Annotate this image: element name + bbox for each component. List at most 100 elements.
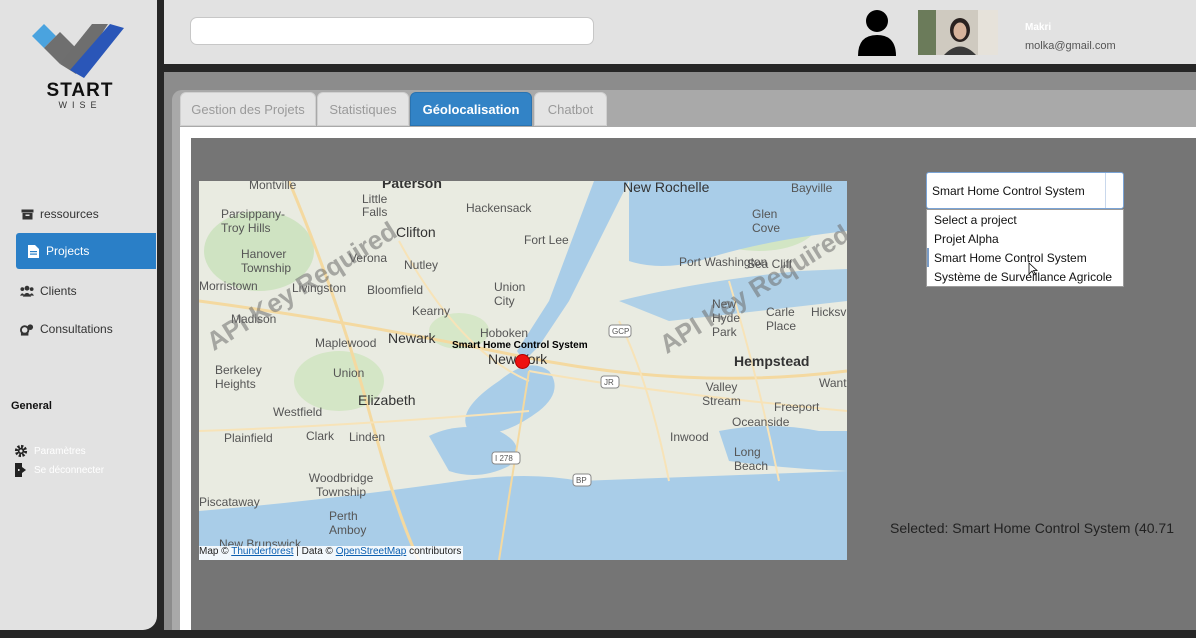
map-place: New Rochelle xyxy=(623,181,710,195)
map-place: Morristown xyxy=(199,279,258,293)
map-place: Westfield xyxy=(273,405,323,419)
sidebar: START WISE ressources Projects Clients C… xyxy=(0,0,157,630)
settings-label: Paramètres xyxy=(34,445,86,457)
road-shield: BP xyxy=(576,476,587,485)
map-place: Parsippany-Troy Hills xyxy=(221,207,286,235)
map-marker-icon[interactable] xyxy=(515,354,530,369)
thunderforest-link[interactable]: Thunderforest xyxy=(231,546,293,557)
user-avatar-icon[interactable] xyxy=(856,8,898,56)
road-shield: I 278 xyxy=(495,454,513,463)
openstreetmap-link[interactable]: OpenStreetMap xyxy=(336,546,407,557)
map-place: Oceanside xyxy=(732,415,790,429)
map-place: Glen Cove xyxy=(752,207,781,235)
sidebar-item-label: Projects xyxy=(46,244,90,258)
map-place: Kearny xyxy=(412,304,451,318)
brand-tagline: WISE xyxy=(58,100,102,110)
project-option[interactable]: Système de Surveillance Agricole xyxy=(927,267,1123,286)
map-place: Paterson xyxy=(382,181,442,191)
map-place: Newark xyxy=(388,330,436,346)
marker-label: Smart Home Control System xyxy=(452,340,588,351)
sidebar-item-clients[interactable]: Clients xyxy=(16,273,156,309)
map-place: Elizabeth xyxy=(358,392,416,408)
map-place: Perth Amboy xyxy=(329,509,367,537)
topbar: Makri molka@gmail.com xyxy=(164,0,1196,64)
project-select-value: Smart Home Control System xyxy=(932,183,1085,198)
map-place: Bloomfield xyxy=(367,283,424,297)
map-place: Berkeley Heights xyxy=(215,363,262,391)
tab-gestion-projets[interactable]: Gestion des Projets xyxy=(180,92,316,126)
tab-label: Chatbot xyxy=(547,101,594,117)
road-shield: GCP xyxy=(612,327,630,336)
selected-project-text: Selected: Smart Home Control System (40.… xyxy=(890,520,1175,536)
map-place: Clark xyxy=(306,429,335,443)
sidebar-item-consultations[interactable]: Consultations xyxy=(16,311,156,347)
map-place: Clifton xyxy=(396,224,436,240)
map-attribution: Map © Thunderforest | Data © OpenStreetM… xyxy=(199,546,464,560)
logout-label: Se déconnecter xyxy=(34,464,105,476)
user-name: Makri xyxy=(1025,22,1052,33)
tab-label: Géolocalisation xyxy=(422,101,520,117)
app-window: START WISE ressources Projects Clients C… xyxy=(0,0,1196,638)
map-place: Hicksville xyxy=(811,305,847,319)
map-place: Nutley xyxy=(404,258,439,272)
attribution-prefix: Map © xyxy=(199,546,229,557)
gear-icon xyxy=(14,444,28,458)
map-base-layer xyxy=(199,181,847,560)
attribution-middle: | Data © xyxy=(296,546,333,557)
map-place: Inwood xyxy=(670,430,709,444)
sidebar-item-projects[interactable]: Projects xyxy=(16,233,156,269)
project-option[interactable]: Projet Alpha xyxy=(927,229,1123,248)
project-option[interactable]: Smart Home Control System xyxy=(927,248,1123,267)
sidebar-item-label: Clients xyxy=(40,284,77,298)
map-place: Union City xyxy=(494,280,526,308)
logout-icon xyxy=(14,463,28,477)
tab-label: Statistiques xyxy=(329,101,397,117)
sidebar-item-label: Consultations xyxy=(40,322,113,336)
map-place: Fort Lee xyxy=(524,233,569,247)
file-icon xyxy=(26,244,40,258)
project-select[interactable]: Smart Home Control System xyxy=(926,172,1124,209)
users-icon xyxy=(20,284,34,298)
tab-label: Gestion des Projets xyxy=(191,101,305,117)
logout-link[interactable]: Se déconnecter xyxy=(14,463,104,477)
map-place: Maplewood xyxy=(315,336,377,350)
map-place: Hackensack xyxy=(466,201,532,215)
map-place: Valley Stream xyxy=(702,380,741,408)
map-place: Linden xyxy=(349,430,386,444)
map-place: Carle Place xyxy=(766,305,797,333)
user-email: molka@gmail.com xyxy=(1025,40,1116,52)
map-view[interactable]: GCP JR BP I 278 Paterson Montville New R… xyxy=(199,181,847,560)
sidebar-item-ressources[interactable]: ressources xyxy=(16,196,156,232)
dropdown-arrow-icon[interactable] xyxy=(1105,173,1123,208)
tab-chatbot[interactable]: Chatbot xyxy=(534,92,607,126)
map-place: Plainfield xyxy=(224,431,273,445)
settings-link[interactable]: Paramètres xyxy=(14,444,86,458)
map-place: Hoboken xyxy=(480,326,529,340)
project-options-list: Select a project Projet Alpha Smart Home… xyxy=(926,209,1124,287)
sidebar-item-label: ressources xyxy=(40,207,99,221)
map-place: Montville xyxy=(249,181,297,192)
mouse-cursor-icon xyxy=(1028,262,1038,276)
search-input[interactable] xyxy=(190,17,594,45)
map-place: Woodbridge Township xyxy=(308,471,374,499)
logo-mark-icon xyxy=(32,24,124,78)
tab-geolocalisation[interactable]: Géolocalisation xyxy=(410,92,532,126)
map-place: Long Beach xyxy=(734,445,769,473)
user-photo xyxy=(918,10,998,55)
brand-logo: START WISE xyxy=(30,18,130,113)
map-place: Hempstead xyxy=(734,353,810,369)
project-option[interactable]: Select a project xyxy=(927,210,1123,229)
brand-name: START xyxy=(46,80,114,101)
map-place: Union xyxy=(333,366,365,380)
map-place: Bayville xyxy=(791,181,833,195)
box-icon xyxy=(20,207,34,221)
map-place: Piscataway xyxy=(199,495,260,509)
main-content: Gestion des Projets Statistiques Géoloca… xyxy=(164,72,1196,630)
tab-statistiques[interactable]: Statistiques xyxy=(317,92,409,126)
road-shield: JR xyxy=(604,378,614,387)
attribution-suffix: contributors xyxy=(409,546,462,557)
map-place: Wantagh xyxy=(819,376,847,390)
map-place: Freeport xyxy=(774,400,820,414)
consult-icon xyxy=(20,322,34,336)
section-title-general: General xyxy=(11,400,52,412)
